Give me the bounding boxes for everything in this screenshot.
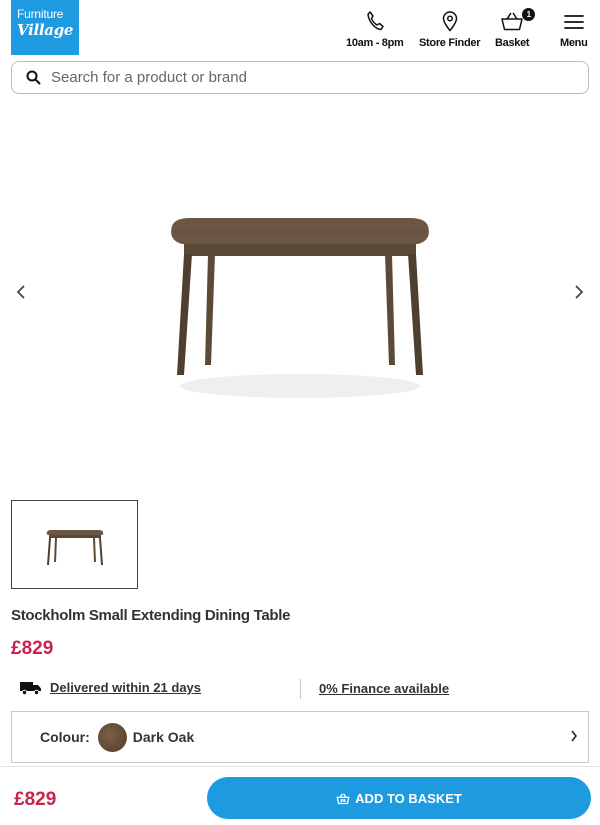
gallery-prev-arrow[interactable] (11, 282, 31, 302)
location-pin-icon (442, 11, 457, 32)
basket-label: Basket (495, 37, 530, 49)
footer-price: £829 (14, 789, 57, 810)
search-icon (26, 70, 41, 85)
product-title: Stockholm Small Extending Dining Table (11, 607, 291, 624)
hamburger-icon (563, 15, 584, 29)
delivery-label: Delivered within 21 days (50, 680, 202, 695)
sticky-add-to-basket-bar: £829 ADD TO BASKET (0, 766, 600, 825)
chevron-right-icon (571, 730, 578, 742)
menu-label: Menu (560, 37, 588, 49)
colour-value: Dark Oak (132, 729, 195, 745)
info-divider (300, 679, 301, 699)
add-to-basket-button[interactable]: ADD TO BASKET (207, 777, 591, 819)
chevron-right-icon (575, 285, 584, 299)
delivery-truck-icon (20, 681, 41, 695)
colour-selector[interactable]: Colour: Dark Oak (11, 711, 589, 763)
search-bar[interactable] (11, 61, 589, 94)
logo-line2: Village (17, 21, 74, 39)
opening-hours-link[interactable]: 10am - 8pm (346, 10, 404, 49)
basket-icon (336, 792, 350, 804)
basket-link[interactable]: 1 Basket (495, 8, 536, 49)
product-thumbnail[interactable] (11, 500, 138, 589)
menu-button[interactable]: Menu (560, 10, 588, 49)
gallery-next-arrow[interactable] (569, 282, 589, 302)
furniture-village-logo[interactable]: Furniture Village (11, 0, 79, 55)
product-gallery (0, 110, 600, 480)
header: Furniture Village 10am - 8pm Store Finde… (0, 0, 600, 60)
finance-link[interactable]: 0% Finance available (319, 681, 449, 696)
colour-swatch (97, 722, 127, 752)
add-to-basket-label: ADD TO BASKET (355, 790, 462, 806)
product-price: £829 (11, 638, 54, 659)
delivery-info-link[interactable]: Delivered within 21 days (20, 680, 201, 695)
store-finder-link[interactable]: Store Finder (419, 10, 480, 49)
thumbnail-image (46, 530, 104, 565)
colour-label: Colour: (40, 729, 90, 745)
store-finder-label: Store Finder (419, 37, 481, 49)
chevron-left-icon (16, 285, 25, 299)
hours-label: 10am - 8pm (346, 37, 404, 49)
basket-icon (501, 12, 523, 31)
product-main-image (171, 218, 429, 398)
search-input[interactable] (51, 69, 551, 86)
phone-icon (367, 11, 384, 31)
logo-line1: Furniture (17, 7, 64, 21)
basket-count-badge: 1 (522, 8, 536, 21)
